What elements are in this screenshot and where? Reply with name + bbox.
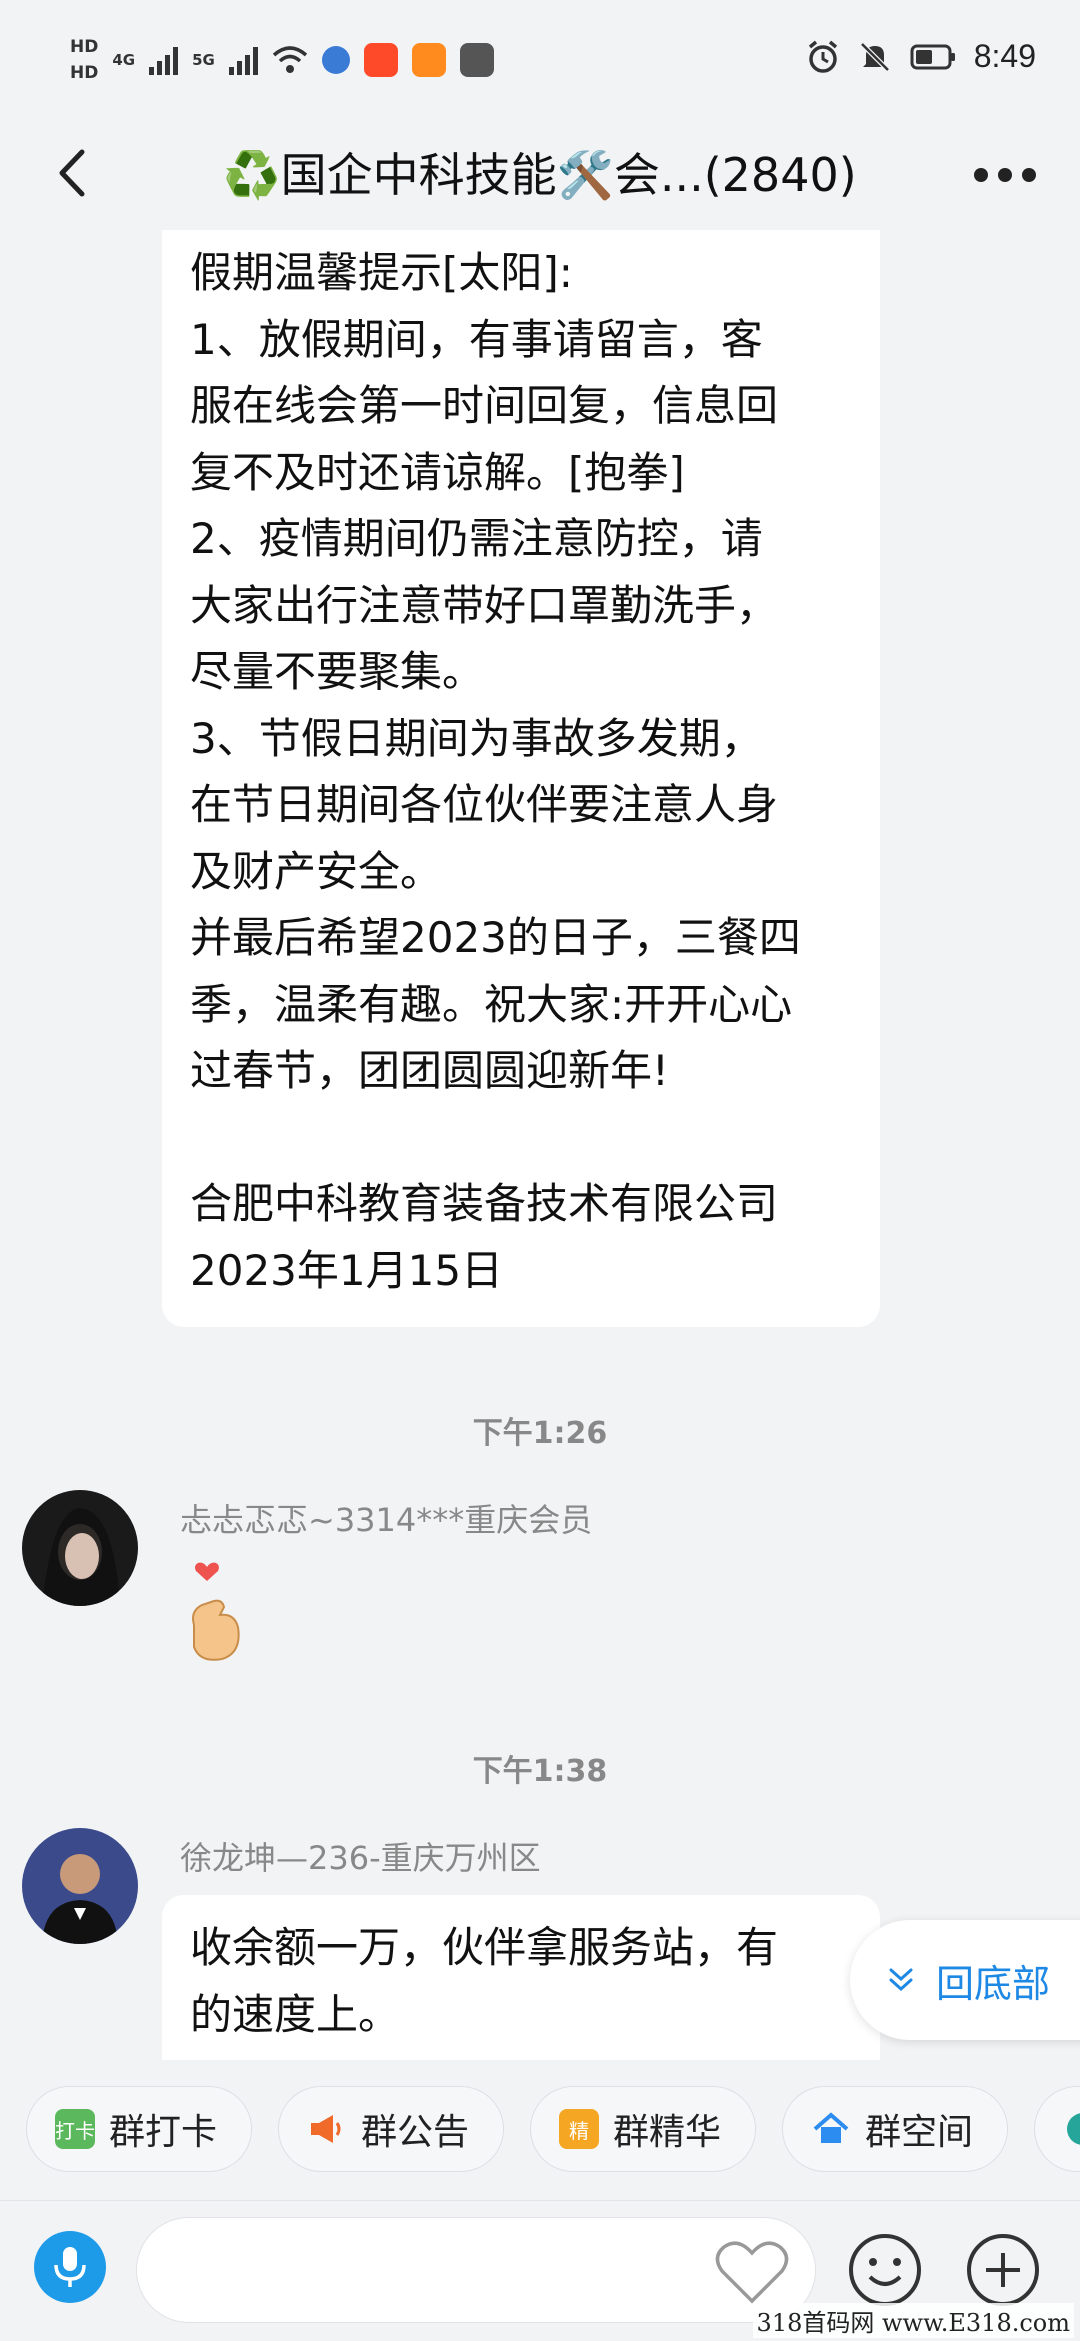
announcement-line: 并最后希望2023的日子，三餐四 [190,913,801,962]
announcement-line: 1、放假期间，有事请留言，客 [190,314,763,364]
checkin-icon: 打卡 [55,2109,95,2149]
hd2-label: HD [70,63,99,83]
scroll-to-bottom-button[interactable]: 回底部 [850,1920,1080,2040]
scroll-to-bottom-label: 回底部 [936,1961,1051,2006]
announcement-line: 尽量不要聚集。 [190,647,485,696]
finger-heart-emoji-icon[interactable] [180,1555,250,1695]
wifi-icon [272,46,307,73]
status-left: HD HD 4G 5G [70,30,494,90]
microphone-icon[interactable] [34,2231,106,2303]
emoji-icon[interactable] [846,2231,924,2309]
battery-icon [910,44,955,69]
signal-icon [149,45,179,75]
announcement-line: 2、疫情期间仍需注意防控，请 [190,514,763,563]
chat-area[interactable]: 假期温馨提示[太阳]: 1、放假期间，有事请留言，客 服在线会第一时间回复，信息… [0,230,1080,2060]
announcement-line: 假期温馨提示[太阳]: [190,248,573,297]
announcement-line: 服在线会第一时间回复，信息回 [190,381,779,430]
announcement-line: 3、节假日期间为事故多发期， [190,713,763,763]
announcement-line: 合肥中科教育装备技术有限公司 [190,1179,779,1228]
group-checkin-label: 群打卡 [109,2112,218,2153]
mute-icon [859,41,890,72]
announcement-line: 复不及时还请谅解。[抱拳] [190,447,685,497]
announcement-line [190,1105,852,1172]
checkin-icon-text: 打卡 [55,2118,95,2143]
message-timestamp: 下午1:26 [472,1416,608,1451]
announcement-line: 及财产安全。 [190,846,443,896]
message-line: 收余额一万，伙伴拿服务站，有 [190,1923,779,1972]
back-arrow-icon[interactable] [40,138,110,208]
announcement-line: 季，温柔有趣。祝大家:开开心心 [190,979,793,1029]
status-time: 8:49 [973,38,1036,74]
video-app-icon [411,43,446,77]
taobao-icon [363,43,398,77]
chat-title: ♻️国企中科技能🛠️会...(2840) [223,148,857,202]
watermark-text: 318首码网 www.E318.com [752,2303,1074,2338]
sender-name: 忐忐忑忑~3314***重庆会员 [180,1501,593,1539]
network-5g-label: 5G [192,51,215,69]
network-4g-label: 4G [112,51,136,69]
group-notice-label: 群公告 [361,2112,470,2153]
group-space-label: 群空间 [865,2112,974,2153]
group-space-button[interactable]: 群空间 [782,2086,1008,2172]
more-options-icon[interactable] [960,150,1050,200]
announcement-line: 大家出行注意带好口罩勤洗手， [190,580,779,630]
signal-icon-2 [228,45,258,75]
nav-bar: ♻️国企中科技能🛠️会...(2840) [0,120,1080,230]
announcement-line: 在节日期间各位伙伴要注意人身 [190,780,779,829]
app-icon-blue [321,46,350,74]
hd1-label: HD [70,37,99,57]
announcement-line: 2023年1月15日 [190,1245,504,1295]
mail-app-icon [459,43,494,77]
text-message[interactable]: 收余额一万，伙伴拿服务站，有 的速度上。 [162,1895,880,2060]
group-space-icon [813,2112,849,2143]
hd-indicators: HD HD [70,34,98,86]
group-essence-label: 群精华 [613,2112,722,2153]
avatar[interactable] [22,1490,138,1606]
group-checkin-button[interactable]: 打卡 群打卡 [26,2086,252,2172]
group-feature-bar: 打卡 群打卡 群公告 精 群精华 群空间 [0,2060,1080,2200]
essence-icon: 精 [559,2109,599,2149]
message-timestamp: 下午1:38 [472,1754,608,1789]
message-line: 的速度上。 [190,1989,401,2039]
status-right: 8:49 [806,38,1036,75]
megaphone-icon [311,2115,341,2143]
group-notice-button[interactable]: 群公告 [278,2086,504,2172]
announcement-line: 过春节，团团圆圆迎新年! [190,1046,669,1095]
avatar[interactable] [22,1828,138,1944]
group-essence-button[interactable]: 精 群精华 [530,2086,756,2172]
announcement-message[interactable]: 假期温馨提示[太阳]: 1、放假期间，有事请留言，客 服在线会第一时间回复，信息… [162,230,880,1327]
more-feature-button[interactable] [1034,2086,1080,2172]
plus-icon[interactable] [964,2231,1042,2309]
sender-name: 徐龙坤—236-重庆万州区 [180,1839,541,1877]
double-chevron-down-icon [889,1968,913,1992]
status-bar: HD HD 4G 5G 8:49 [0,0,1080,120]
essence-icon-text: 精 [569,2118,589,2143]
more-feature-icon [1067,2113,1080,2145]
heart-icon[interactable] [712,2235,792,2307]
alarm-icon [808,40,837,73]
